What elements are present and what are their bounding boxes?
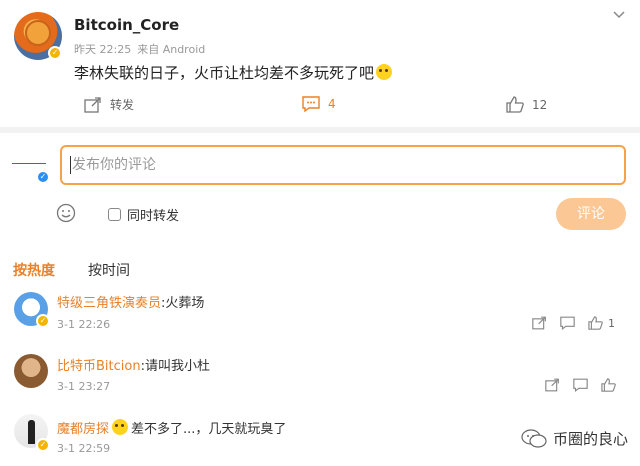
comment-author[interactable]: 魔都房探	[57, 422, 109, 437]
comment-time: 3-1 22:26	[57, 318, 111, 331]
smile-icon	[56, 203, 76, 223]
comment-actions	[545, 378, 616, 392]
submit-comment-button[interactable]: 评论	[556, 198, 626, 230]
wechat-icon	[521, 428, 547, 448]
emoji-picker-button[interactable]	[56, 203, 76, 227]
post-time: 昨天 22:25	[74, 43, 132, 56]
comment-text: :请叫我小杜	[140, 359, 210, 374]
comment-time: 3-1 22:59	[57, 442, 111, 455]
share-label: 转发	[110, 98, 135, 112]
repost-checkbox[interactable]: 同时转发	[108, 205, 179, 224]
share-icon	[84, 96, 101, 113]
thumbs-up-icon[interactable]	[588, 316, 603, 330]
post-source: 来自 Android	[137, 43, 206, 56]
comment-icon[interactable]	[573, 378, 588, 392]
dog-face-emoji-icon	[376, 64, 393, 80]
verified-badge-icon: ✓	[36, 314, 50, 328]
chevron-down-icon[interactable]	[612, 8, 626, 22]
share-button[interactable]: 转发	[84, 96, 134, 113]
checkbox-icon[interactable]	[108, 208, 121, 221]
comment-input[interactable]	[62, 147, 624, 183]
share-icon[interactable]	[545, 378, 560, 392]
verified-badge-icon: ✓	[36, 438, 50, 452]
comment-line: 特级三角铁演奏员:火葬场	[57, 292, 204, 311]
comment-like-count: 1	[608, 316, 615, 330]
comment-button[interactable]: 4	[302, 96, 336, 112]
tab-sort-time[interactable]: 按时间	[88, 260, 130, 280]
watermark-text: 币圈的良心	[552, 430, 628, 448]
watermark: 币圈的良心	[521, 428, 628, 449]
text-caret	[70, 156, 71, 174]
author-username[interactable]: Bitcoin_Core	[74, 16, 179, 34]
like-button[interactable]: 12	[506, 96, 547, 113]
comment-line: 比特币Bitcion:请叫我小杜	[57, 355, 210, 374]
like-count: 12	[532, 97, 548, 112]
share-icon[interactable]	[532, 316, 547, 330]
post-text: 李林失联的日子，火币让杜均差不多玩死了吧	[74, 64, 375, 82]
comment-author[interactable]: 特级三角铁演奏员	[57, 296, 161, 311]
verified-badge-icon: ✓	[36, 170, 50, 184]
comment-line: 魔都房探 差不多了...，几天就玩臭了	[57, 418, 286, 437]
comment-count: 4	[328, 97, 336, 111]
repost-label: 同时转发	[127, 209, 180, 224]
comment-text: 差不多了...，几天就玩臭了	[131, 422, 287, 437]
comment-text: :火葬场	[161, 296, 205, 311]
comment-icon	[302, 96, 320, 112]
thumbs-up-icon	[506, 96, 524, 113]
thumbs-up-icon[interactable]	[601, 378, 616, 392]
verified-badge-icon: ✓	[48, 46, 62, 60]
post-meta: 昨天 22:25 来自 Android	[74, 41, 211, 57]
laugh-emoji-icon	[112, 419, 129, 435]
comment-composer[interactable]	[60, 145, 626, 185]
section-divider	[0, 127, 640, 133]
comment-avatar[interactable]	[14, 354, 48, 388]
tab-sort-hot[interactable]: 按热度	[13, 260, 55, 280]
comment-icon[interactable]	[560, 316, 575, 330]
comment-time: 3-1 23:27	[57, 380, 111, 393]
post-body: 李林失联的日子，火币让杜均差不多玩死了吧	[74, 62, 393, 83]
comment-actions: 1	[532, 316, 615, 330]
comment-author[interactable]: 比特币Bitcion	[57, 359, 141, 374]
